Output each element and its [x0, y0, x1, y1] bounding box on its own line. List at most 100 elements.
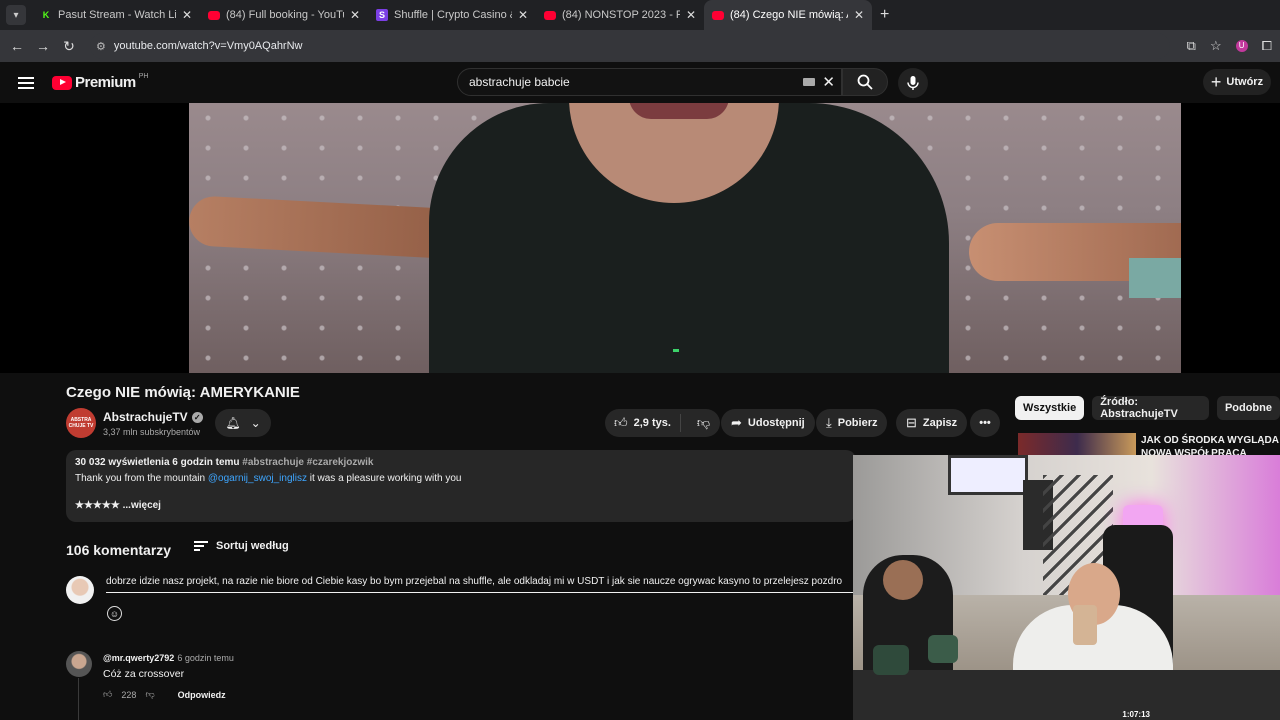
close-tab-icon[interactable]: ✕	[686, 8, 696, 22]
download-button[interactable]: ⤓ Pobierz	[816, 409, 888, 437]
user-avatar	[66, 576, 94, 604]
view-count-and-date: 30 032 wyświetlenia 6 godzin temu	[75, 457, 240, 468]
comment-like-icon[interactable]: 👍︎	[103, 689, 112, 700]
video-frame	[189, 103, 1181, 373]
video-player[interactable]	[0, 103, 1280, 373]
youtube-favicon-icon	[544, 10, 556, 20]
search-input[interactable]: abstrachuje babcie ✕	[457, 68, 842, 96]
sort-icon	[194, 541, 208, 551]
forward-arrow-icon[interactable]: →	[30, 38, 56, 54]
related-video-title[interactable]: JAK OD ŚRODKA WYGLĄDA NOWA WSPÓŁPRACA DE…	[1141, 434, 1280, 455]
like-dislike-group: 👍︎ 2,9 tys. 👎︎	[605, 409, 720, 437]
show-more-link[interactable]: ...więcej	[123, 500, 161, 511]
browser-tab[interactable]: (84) NONSTOP 2023 - FALLING ✕	[536, 0, 704, 30]
youtube-masthead: Premium PH abstrachuje babcie ✕ + Utwórz	[0, 62, 1280, 103]
keyboard-icon[interactable]	[803, 78, 815, 86]
thumbs-up-icon: 👍︎	[614, 415, 628, 430]
sort-label: Sortuj według	[216, 540, 289, 552]
new-tab-icon[interactable]: +	[880, 6, 889, 24]
comment-author[interactable]: @mr.qwerty2792	[103, 653, 174, 663]
browser-tab[interactable]: K Pasut Stream - Watch Live on K ✕	[32, 0, 200, 30]
share-arrow-icon: ➦	[731, 415, 742, 430]
hashtags[interactable]: #abstrachuje #czarekjozwik	[242, 457, 373, 468]
close-tab-icon[interactable]: ✕	[182, 8, 192, 22]
create-button[interactable]: + Utwórz	[1203, 69, 1271, 95]
voice-search-button[interactable]	[898, 68, 928, 98]
more-dots-icon: •••	[979, 417, 991, 429]
extensions-puzzle-icon[interactable]: ⧠	[1262, 38, 1272, 54]
mention-link[interactable]: @ogarnij_swoj_inglisz	[208, 473, 307, 484]
subscriber-count: 3,37 mln subskrybentów	[103, 427, 201, 437]
download-label: Pobierz	[837, 417, 878, 429]
create-label: Utwórz	[1226, 76, 1264, 88]
close-tab-icon[interactable]: ✕	[518, 8, 528, 22]
comment-author-avatar[interactable]	[66, 651, 92, 677]
comment-dislike-icon[interactable]: 👎︎	[145, 689, 154, 700]
install-app-icon[interactable]: ⧉	[1187, 38, 1196, 54]
comment-input[interactable]: dobrze idzie nasz projekt, na razie nie …	[106, 576, 853, 593]
related-video-thumbnail[interactable]	[1018, 433, 1136, 455]
bookmark-star-icon[interactable]: ☆	[1210, 38, 1222, 54]
star-rating: ★★★★★	[75, 500, 120, 511]
youtube-play-logo-icon	[52, 75, 72, 90]
address-bar[interactable]: ⚙ youtube.com/watch?v=Vmy0AQahrNw	[90, 33, 1170, 59]
chevron-down-icon: ⌄	[250, 416, 261, 430]
youtube-premium-logo[interactable]: Premium PH	[52, 73, 148, 91]
microphone-icon	[907, 76, 919, 90]
close-tab-icon[interactable]: ✕	[854, 8, 864, 22]
tab-title: (84) Czego NIE mówią: AMERYK	[730, 9, 848, 21]
browser-tab[interactable]: (84) Full booking - YouTube ✕	[200, 0, 368, 30]
download-icon: ⤓	[826, 415, 832, 430]
related-filter-chips: Wszystkie Źródło: AbstrachujeTV Podobne	[1015, 396, 1280, 420]
related-video-item[interactable]: JAK OD ŚRODKA WYGLĄDA NOWA WSPÓŁPRACA DE…	[1018, 431, 1280, 455]
like-button[interactable]: 👍︎ 2,9 tys.	[605, 414, 681, 432]
verified-check-icon: ✓	[191, 411, 203, 423]
browser-tab-active[interactable]: (84) Czego NIE mówią: AMERYK ✕	[704, 0, 872, 30]
browser-toolbar: ← → ↻ ⚙ youtube.com/watch?v=Vmy0AQahrNw …	[0, 30, 1280, 62]
share-button[interactable]: ➦ Udostępnij	[721, 409, 815, 437]
emoji-picker-icon[interactable]: ☺	[107, 606, 122, 621]
kick-favicon-icon: K	[40, 9, 52, 21]
browser-tab[interactable]: S Shuffle | Crypto Casino & Bitco ✕	[368, 0, 536, 30]
dislike-button[interactable]: 👎︎	[687, 415, 720, 431]
like-count: 2,9 tys.	[633, 417, 671, 429]
thread-line	[78, 678, 79, 720]
comment-time[interactable]: 6 godzin temu	[177, 653, 234, 663]
comment-actions: 👍︎ 228 👎︎ Odpowiedz	[103, 689, 226, 700]
description-box[interactable]: 30 032 wyświetlenia 6 godzin temu #abstr…	[66, 450, 856, 522]
youtube-favicon-icon	[712, 10, 724, 20]
clear-search-icon[interactable]: ✕	[822, 73, 835, 91]
chip-related[interactable]: Podobne	[1216, 396, 1280, 420]
site-info-icon[interactable]: ⚙	[96, 40, 106, 53]
chip-all[interactable]: Wszystkie	[1015, 396, 1085, 420]
tab-search-button[interactable]: ▾	[6, 5, 26, 25]
sort-comments-button[interactable]: Sortuj według	[194, 540, 289, 552]
reply-button[interactable]: Odpowiedz	[178, 690, 226, 700]
notification-bell-button[interactable]: 🔔︎ ⌄	[215, 409, 271, 437]
search-icon	[857, 74, 873, 90]
youtube-favicon-icon	[208, 10, 220, 20]
reload-icon[interactable]: ↻	[56, 38, 82, 55]
save-label: Zapisz	[922, 417, 958, 429]
channel-name[interactable]: AbstrachujeTV	[103, 410, 188, 424]
tab-title: (84) Full booking - YouTube	[226, 9, 344, 21]
description-text: it was a pleasure working with you	[306, 473, 462, 484]
more-actions-button[interactable]: •••	[970, 409, 1000, 437]
channel-name-row[interactable]: AbstrachujeTV ✓	[103, 410, 203, 424]
channel-avatar[interactable]: ABSTRA CHUJE TV	[66, 408, 96, 438]
extension-icon[interactable]: U	[1235, 40, 1248, 52]
back-arrow-icon[interactable]: ←	[4, 38, 30, 54]
thumbs-down-icon: 👎︎	[696, 415, 711, 430]
search-button[interactable]	[842, 68, 888, 96]
shuffle-favicon-icon: S	[376, 9, 388, 21]
browser-tab-strip: ▾ K Pasut Stream - Watch Live on K ✕ (84…	[0, 0, 1280, 30]
close-tab-icon[interactable]: ✕	[350, 8, 360, 22]
tab-title: Shuffle | Crypto Casino & Bitco	[394, 9, 512, 21]
plus-icon: +	[1210, 72, 1222, 92]
url-text: youtube.com/watch?v=Vmy0AQahrNw	[113, 40, 303, 52]
save-button[interactable]: ⊟ Zapisz	[896, 409, 968, 437]
chip-from-channel[interactable]: Źródło: AbstrachujeTV	[1092, 396, 1209, 420]
share-label: Udostępnij	[747, 417, 805, 429]
hamburger-menu-icon[interactable]	[18, 76, 34, 89]
comment-like-count: 228	[121, 689, 137, 700]
